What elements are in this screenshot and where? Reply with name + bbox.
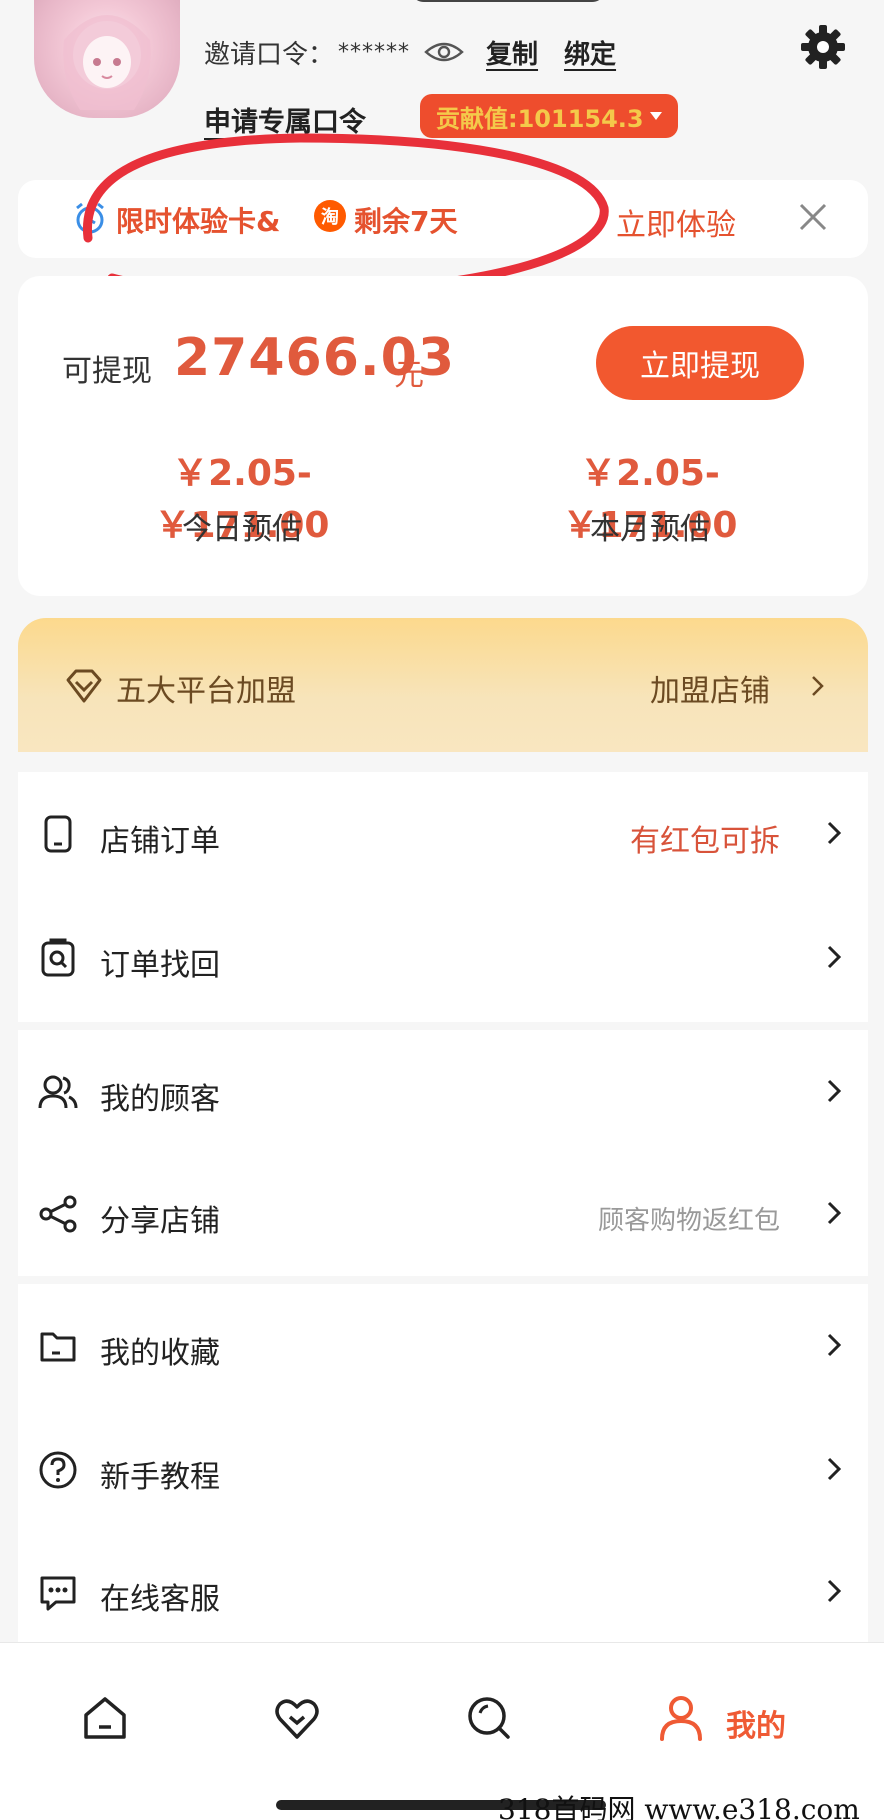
- menu-label: 订单找回: [100, 948, 220, 983]
- chat-icon: [40, 1576, 76, 1611]
- trial-remaining: 剩余7天: [354, 205, 458, 238]
- avatar-illustration: [63, 15, 151, 110]
- menu-item-store-orders[interactable]: 店铺订单 有红包可拆: [18, 772, 868, 896]
- heart-icon: [275, 1699, 319, 1739]
- menu-label: 分享店铺: [100, 1204, 220, 1239]
- chevron-right-icon: [827, 1201, 842, 1225]
- users-icon: [38, 1075, 78, 1109]
- withdrawable-label: 可提现: [62, 354, 152, 389]
- share-hint: 顾客购物返红包: [597, 1206, 780, 1236]
- order-search-icon: [41, 938, 75, 977]
- top-pill: [410, 0, 606, 2]
- invite-label: 邀请口令：: [204, 39, 335, 70]
- caret-down-icon: [650, 112, 662, 120]
- menu-label: 新手教程: [100, 1460, 220, 1495]
- month-estimate-label: 本月预估: [590, 512, 710, 547]
- franchise-banner[interactable]: 五大平台加盟 加盟店铺: [18, 618, 868, 752]
- tab-favorites[interactable]: [272, 1693, 322, 1753]
- avatar[interactable]: [34, 0, 180, 118]
- chevron-right-icon: [812, 676, 824, 696]
- contribution-value: 贡献值:101154.3: [436, 104, 644, 133]
- franchise-title: 五大平台加盟: [116, 674, 296, 709]
- menu-item-tutorial[interactable]: 新手教程: [18, 1408, 868, 1532]
- menu-item-share-store[interactable]: 分享店铺 顾客购物返红包: [18, 1152, 868, 1276]
- copy-button[interactable]: 复制: [486, 34, 538, 71]
- help-icon: [39, 1451, 77, 1489]
- tab-mine[interactable]: [656, 1693, 706, 1753]
- apply-code-link[interactable]: 申请专属口令: [204, 100, 366, 139]
- chevron-right-icon: [827, 1457, 842, 1481]
- join-store-link[interactable]: 加盟店铺: [650, 666, 770, 710]
- menu-item-order-recovery[interactable]: 订单找回: [18, 896, 868, 1020]
- tab-mine-label[interactable]: 我的: [726, 1701, 786, 1745]
- chevron-right-icon: [827, 945, 842, 969]
- trial-card[interactable]: 限时体验卡& 淘 剩余7天 立即体验: [18, 180, 868, 258]
- gear-icon[interactable]: [800, 24, 846, 70]
- menu-label: 我的收藏: [100, 1336, 220, 1371]
- user-icon: [660, 1696, 702, 1741]
- folder-icon: [40, 1332, 76, 1362]
- taobao-badge: 淘: [314, 200, 346, 232]
- red-packet-hint: 有红包可拆: [630, 824, 780, 859]
- search-icon: [468, 1697, 510, 1739]
- menu-item-support[interactable]: 在线客服: [18, 1530, 868, 1654]
- withdrawable-unit: 元: [394, 358, 424, 393]
- chevron-right-icon: [827, 1579, 842, 1603]
- menu-item-favorites[interactable]: 我的收藏: [18, 1284, 868, 1408]
- menu-group-help: 我的收藏 新手教程 在线客服: [18, 1284, 868, 1642]
- trial-title: 限时体验卡&: [116, 205, 281, 238]
- close-icon[interactable]: [798, 202, 828, 232]
- eye-icon[interactable]: [424, 40, 464, 64]
- menu-item-my-customers[interactable]: 我的顾客: [18, 1030, 868, 1154]
- menu-label: 店铺订单: [100, 824, 220, 859]
- contribution-badge[interactable]: 贡献值:101154.3: [420, 94, 678, 138]
- menu-label: 我的顾客: [100, 1082, 220, 1117]
- alarm-clock-icon: [76, 202, 104, 234]
- invite-code: ******: [338, 39, 411, 65]
- menu-group-customers: 我的顾客 分享店铺 顾客购物返红包: [18, 1030, 868, 1276]
- invite-row: 邀请口令： ****** 复制 绑定: [204, 32, 616, 72]
- try-now-button[interactable]: 立即体验: [616, 200, 736, 244]
- diamond-icon: [66, 669, 102, 703]
- earnings-card: 可提现 27466.03 元 立即提现 ￥2.05-￥171.00 今日预估 ￥…: [18, 276, 868, 596]
- tab-home[interactable]: [80, 1693, 130, 1753]
- phone-icon: [44, 815, 72, 853]
- chevron-right-icon: [827, 1333, 842, 1357]
- chevron-right-icon: [827, 821, 842, 845]
- menu-group-orders: 店铺订单 有红包可拆 订单找回: [18, 772, 868, 1022]
- tab-search[interactable]: [464, 1693, 514, 1753]
- withdraw-button[interactable]: 立即提现: [596, 326, 804, 400]
- today-estimate-label: 今日预估: [182, 512, 302, 547]
- menu-label: 在线客服: [100, 1582, 220, 1617]
- share-icon: [39, 1195, 77, 1233]
- bind-button[interactable]: 绑定: [564, 34, 616, 71]
- watermark: 318首码网 www.e318.com: [498, 1793, 860, 1820]
- home-icon: [84, 1697, 126, 1739]
- chevron-right-icon: [827, 1079, 842, 1103]
